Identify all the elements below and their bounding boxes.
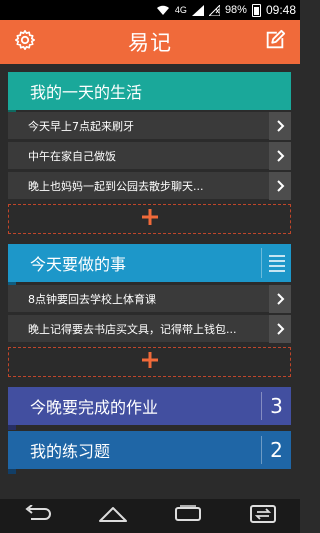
- battery-icon: [251, 3, 261, 17]
- ribbon-fold: [8, 425, 16, 430]
- chevron-right-icon[interactable]: [269, 285, 291, 313]
- group-title: 今天要做的事: [30, 255, 127, 274]
- no-sim-icon: [208, 4, 220, 16]
- list-item[interactable]: 中午在家自己做饭: [8, 142, 291, 170]
- back-button[interactable]: [18, 501, 58, 531]
- status-bar: 4G 98% 09:48: [0, 0, 300, 20]
- chevron-right-icon[interactable]: [269, 172, 291, 200]
- item-count-badge: 3: [261, 392, 291, 420]
- item-text: 晚上记得要去书店买文具，记得带上钱包...: [28, 322, 237, 336]
- app-bar: 易记: [0, 20, 300, 64]
- list-item[interactable]: 8点钟要回去学校上体育课: [8, 285, 291, 313]
- back-arrow-icon: [23, 504, 53, 527]
- network-type: 4G: [174, 5, 187, 15]
- item-count-badge: 2: [261, 436, 291, 464]
- battery-percent: 98%: [224, 4, 247, 16]
- item-text: 8点钟要回去学校上体育课: [28, 292, 156, 306]
- item-text: 中午在家自己做饭: [28, 149, 116, 163]
- list-icon[interactable]: [261, 248, 291, 278]
- item-text: 晚上也妈妈一起到公园去散步聊天...: [28, 179, 204, 193]
- app-title: 易记: [128, 31, 172, 55]
- note-groups-list[interactable]: 我的一天的生活 今天早上7点起来刷牙 中午在家自己做饭 晚上也妈妈一起到公园去散…: [0, 64, 300, 499]
- list-item[interactable]: 晚上也妈妈一起到公园去散步聊天...: [8, 172, 291, 200]
- edit-button[interactable]: [262, 29, 288, 55]
- signal-icon: [191, 4, 204, 16]
- group-title: 今晚要完成的作业: [30, 398, 159, 417]
- group-header-todo-today[interactable]: 今天要做的事: [8, 244, 291, 287]
- group-title: 我的一天的生活: [30, 83, 143, 102]
- list-item[interactable]: 晚上记得要去书店买文具，记得带上钱包...: [8, 315, 291, 343]
- edit-icon: [264, 29, 286, 55]
- group-header-daily-life[interactable]: 我的一天的生活: [8, 72, 291, 115]
- home-icon: [98, 505, 128, 527]
- group-header-exercises[interactable]: 我的练习题 2: [8, 431, 291, 474]
- plus-icon: [140, 350, 160, 374]
- clock: 09:48: [265, 3, 296, 17]
- switch-button[interactable]: [243, 501, 283, 531]
- switch-icon: [248, 503, 278, 529]
- ribbon-fold: [8, 469, 16, 474]
- chevron-right-icon[interactable]: [269, 315, 291, 343]
- add-item-button[interactable]: [8, 347, 291, 377]
- list-item[interactable]: 今天早上7点起来刷牙: [8, 112, 291, 140]
- system-nav-bar: [0, 499, 300, 533]
- item-text: 今天早上7点起来刷牙: [28, 119, 134, 133]
- recent-apps-button[interactable]: [168, 501, 208, 531]
- wifi-icon: [156, 5, 170, 16]
- add-item-button[interactable]: [8, 204, 291, 234]
- recent-apps-icon: [173, 505, 203, 527]
- settings-button[interactable]: [12, 29, 38, 55]
- chevron-right-icon[interactable]: [269, 112, 291, 140]
- home-button[interactable]: [93, 501, 133, 531]
- group-header-homework[interactable]: 今晚要完成的作业 3: [8, 387, 291, 430]
- chevron-right-icon[interactable]: [269, 142, 291, 170]
- plus-icon: [140, 207, 160, 231]
- group-title: 我的练习题: [30, 442, 111, 461]
- gear-icon: [14, 29, 36, 55]
